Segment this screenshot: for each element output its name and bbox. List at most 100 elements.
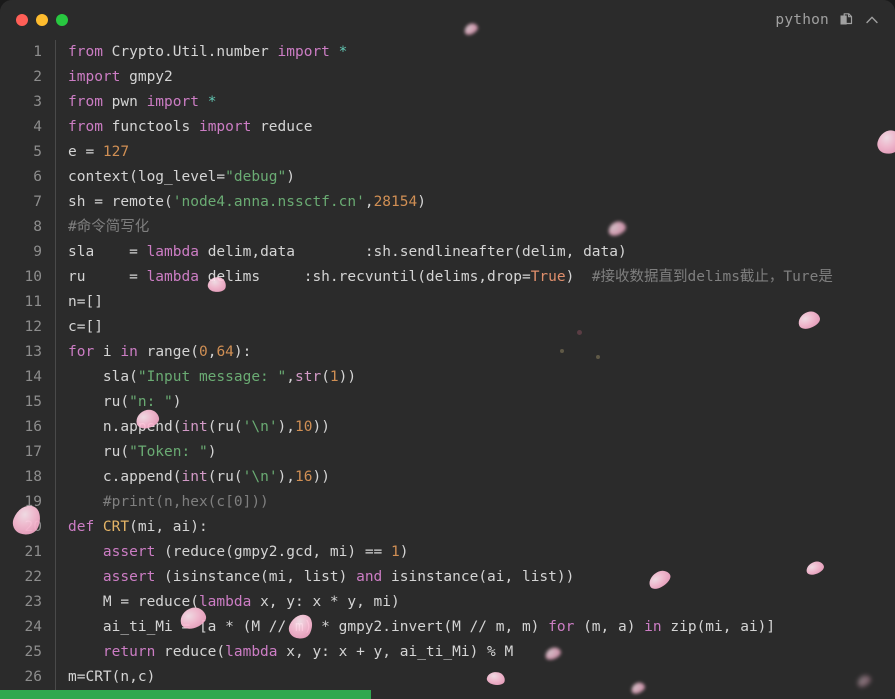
code-line-content[interactable]: def CRT(mi, ai): [56, 515, 895, 540]
code-lines-body: 1 from Crypto.Util.number import * 2 import… [0, 40, 895, 690]
code-line-content[interactable]: sh = remote('node4.anna.nssctf.cn',28154… [56, 190, 895, 215]
line-number: 12 [0, 315, 56, 340]
code-token: 10 [295, 419, 313, 435]
code-line: 7 sh = remote('node4.anna.nssctf.cn',2815… [0, 190, 895, 215]
line-number: 26 [0, 665, 56, 690]
code-line-content[interactable]: ai_ti_Mi = [a * (M // m) * gmpy2.invert(… [56, 615, 895, 640]
code-line-content[interactable]: ru = lambda delims :sh.recvuntil(delims,… [56, 265, 895, 290]
code-token: return [102, 644, 165, 660]
line-number: 17 [0, 440, 56, 465]
code-token: import [68, 69, 130, 85]
code-line-content[interactable]: from pwn import * [56, 90, 895, 115]
code-token: i [102, 344, 121, 360]
code-token: context(log_level= [68, 169, 226, 185]
code-token: 'node4.anna.nssctf.cn' [172, 194, 365, 210]
code-token: * [207, 94, 217, 110]
line-number: 25 [0, 640, 56, 665]
code-line-content[interactable]: context(log_level="debug") [56, 165, 895, 190]
line-number: 18 [0, 465, 56, 490]
code-line-content[interactable]: sla("Input message: ",str(1)) [56, 365, 895, 390]
code-line-content[interactable]: #命令简写化 [56, 215, 895, 240]
code-token: for [548, 619, 584, 635]
minimize-button[interactable] [36, 14, 48, 26]
code-token: #print(n,hex(c[0])) [68, 494, 269, 510]
code-token: from [68, 119, 112, 135]
code-token: gmpy2 [129, 69, 173, 85]
code-line-content[interactable]: from Crypto.Util.number import * [56, 40, 895, 65]
code-line: 20 def CRT(mi, ai): [0, 515, 895, 540]
close-button[interactable] [16, 14, 28, 26]
code-token: (reduce(gmpy2.gcd, mi) == [164, 544, 392, 560]
code-line-content[interactable]: m=CRT(n,c) [56, 665, 895, 690]
line-number: 9 [0, 240, 56, 265]
code-line: 9 sla = lambda delim,data :sh.sendlineaft… [0, 240, 895, 265]
code-token: CRT [102, 519, 130, 535]
chevron-up-icon[interactable] [863, 11, 881, 29]
code-line-content[interactable]: assert (isinstance(mi, list) and isinsta… [56, 565, 895, 590]
code-token: ru( [68, 394, 130, 410]
code-line-content[interactable]: n.append(int(ru('\n'),10)) [56, 415, 895, 440]
code-token: and [356, 569, 392, 585]
code-line: 13 for i in range(0,64): [0, 340, 895, 365]
code-token: str [294, 369, 322, 385]
code-line: 23 M = reduce(lambda x, y: x * y, mi) [0, 590, 895, 615]
code-line-content[interactable]: return reduce(lambda x, y: x + y, ai_ti_… [56, 640, 895, 665]
maximize-button[interactable] [56, 14, 68, 26]
code-line-content[interactable]: #print(n,hex(c[0])) [56, 490, 895, 515]
code-line: 11 n=[] [0, 290, 895, 315]
code-token: ) [207, 444, 217, 460]
code-token: (ru( [207, 419, 243, 435]
code-token: e = [68, 144, 103, 160]
code-token: M = reduce( [68, 594, 199, 610]
code-token: in [644, 619, 671, 635]
code-token: import [277, 44, 339, 60]
progress-bar [0, 690, 372, 699]
code-token: ) [286, 169, 295, 185]
code-line-content[interactable]: c=[] [56, 315, 895, 340]
line-number: 11 [0, 290, 56, 315]
code-line-content[interactable]: e = 127 [56, 140, 895, 165]
code-token: #接收数据直到delims截止，Ture是 [591, 269, 833, 285]
code-line-content[interactable]: M = reduce(lambda x, y: x * y, mi) [56, 590, 895, 615]
code-token: True [530, 269, 566, 285]
code-token: from [68, 94, 112, 110]
code-line-content[interactable]: ru("Token: ") [56, 440, 895, 465]
code-token: n=[] [68, 294, 103, 310]
code-token: ): [233, 344, 252, 360]
code-token: def [68, 519, 103, 535]
line-number: 16 [0, 415, 56, 440]
code-token: assert [102, 544, 165, 560]
code-line-content[interactable]: ru("n: ") [56, 390, 895, 415]
code-line-content[interactable]: n=[] [56, 290, 895, 315]
code-token: * [338, 44, 348, 60]
code-line: 26 m=CRT(n,c) [0, 665, 895, 690]
code-editor[interactable]: 1 from Crypto.Util.number import * 2 import… [0, 40, 895, 699]
code-token: isinstance(ai, list)) [391, 569, 575, 585]
code-line-content[interactable]: sla = lambda delim,data :sh.sendlineafte… [56, 240, 895, 265]
line-number: 13 [0, 340, 56, 365]
code-line-content[interactable]: assert (reduce(gmpy2.gcd, mi) == 1) [56, 540, 895, 565]
code-token: lambda [146, 269, 208, 285]
line-number: 3 [0, 90, 56, 115]
code-line-content[interactable]: from functools import reduce [56, 115, 895, 140]
code-line: 3 from pwn import * [0, 90, 895, 115]
line-number: 22 [0, 565, 56, 590]
copy-icon[interactable] [837, 11, 855, 29]
code-token: lambda [146, 244, 208, 260]
code-line: 14 sla("Input message: ",str(1)) [0, 365, 895, 390]
code-line: 21 assert (reduce(gmpy2.gcd, mi) == 1) [0, 540, 895, 565]
code-token: Crypto.Util.number [111, 44, 278, 60]
code-line-content[interactable]: import gmpy2 [56, 65, 895, 90]
line-number: 8 [0, 215, 56, 240]
code-line-content[interactable]: for i in range(0,64): [56, 340, 895, 365]
code-token: lambda [198, 594, 261, 610]
code-token: '\n' [242, 419, 278, 435]
code-token: ) [172, 394, 182, 410]
code-token: (mi, ai): [129, 519, 208, 535]
traffic-light-group [16, 14, 68, 26]
code-token: int [181, 419, 208, 435]
code-line-content[interactable]: c.append(int(ru('\n'),16)) [56, 465, 895, 490]
code-line: 24 ai_ti_Mi = [a * (M // m) * gmpy2.inve… [0, 615, 895, 640]
